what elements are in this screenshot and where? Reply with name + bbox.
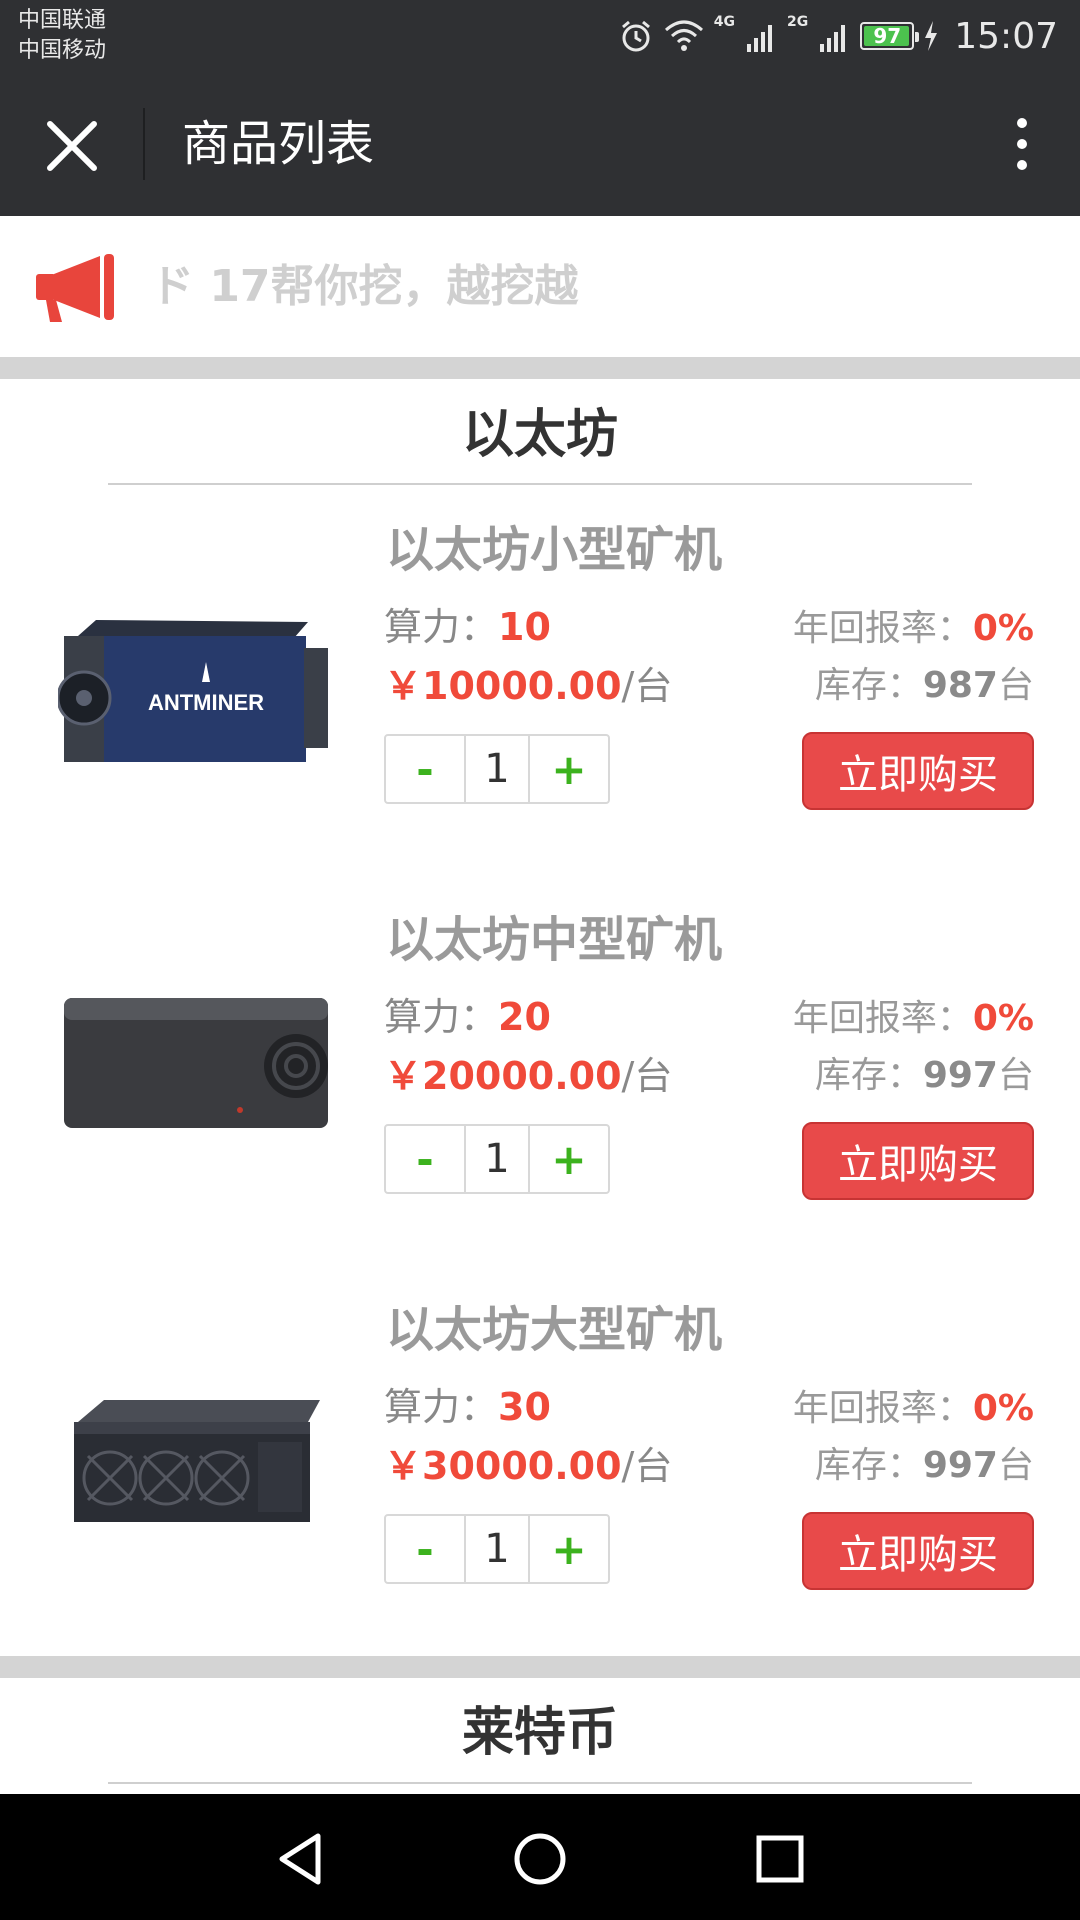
product-name: 以太坊大型矿机 [386,1302,723,1358]
wifi-icon [664,16,704,56]
megaphone-icon [36,254,114,322]
product-name: 以太坊小型矿机 [386,522,723,578]
increment-button[interactable]: + [530,1516,608,1582]
quantity-stepper: - 1 + [384,1124,610,1194]
annual-return-value: 0% [972,1388,1034,1429]
increment-button[interactable]: + [530,736,608,802]
product-item: 以太坊大型矿机 算力：30 ￥30000.00/台 年回报率：0% 库存：997… [0,1298,1080,1638]
product-image [64,998,328,1128]
svg-text:ANTMINER: ANTMINER [148,690,264,715]
hash-power-value: 30 [498,1385,551,1429]
battery-level: 97 [873,24,902,48]
close-button[interactable] [40,114,104,178]
buy-now-button[interactable]: 立即购买 [802,1512,1034,1590]
category-title: 以太坊 [461,405,618,465]
product-image: ANTMINER [58,620,328,762]
back-triangle-icon[interactable] [266,1824,336,1894]
system-nav-bar [0,1794,1080,1920]
stock: 库存：997台 [814,1445,1034,1486]
hash-power: 算力：10 [384,605,551,649]
notice-bar: ド 17帮你挖，越挖越 [0,216,1080,356]
home-circle-icon[interactable] [505,1824,575,1894]
section-separator [0,357,1080,379]
quantity-stepper: - 1 + [384,1514,610,1584]
more-vertical-icon [1017,118,1027,128]
charging-icon [924,16,938,56]
decrement-button[interactable]: - [386,736,464,802]
quantity-input[interactable]: 1 [464,736,530,802]
annual-return: 年回报率：0% [792,998,1034,1039]
category-underline [108,1782,972,1784]
stock-value: 997 [922,1445,998,1486]
hash-power-value: 20 [498,995,551,1039]
product-item: 以太坊中型矿机 算力：20 ￥20000.00/台 年回报率：0% 库存：997… [0,908,1080,1248]
section-separator [0,1656,1080,1678]
page-title: 商品列表 [182,116,375,172]
carrier-2: 中国移动 [18,38,107,63]
quantity-input[interactable]: 1 [464,1126,530,1192]
status-icons: 4G 2G 97 15:07 [618,10,1058,62]
price-amount: ￥20000.00 [384,1054,622,1098]
hash-power-value: 10 [498,605,551,649]
quantity-input[interactable]: 1 [464,1516,530,1582]
annual-return-value: 0% [972,998,1034,1039]
annual-return: 年回报率：0% [792,1388,1034,1429]
product-name: 以太坊中型矿机 [386,912,723,968]
signal-icon [747,16,777,56]
status-bar: 中国联通 中国移动 4G 2G 97 15:07 [0,0,1080,72]
stock-value: 987 [922,665,998,706]
signal-icon [820,16,850,56]
network-type-2: 2G [787,14,809,30]
battery-icon: 97 [860,22,920,50]
decrement-button[interactable]: - [386,1516,464,1582]
stock: 库存：987台 [814,665,1034,706]
buy-now-button[interactable]: 立即购买 [802,1122,1034,1200]
title-bar: 商品列表 [0,72,1080,216]
annual-return: 年回报率：0% [792,608,1034,649]
clock: 15:07 [954,15,1058,57]
hash-power: 算力：30 [384,1385,551,1429]
stock: 库存：997台 [814,1055,1034,1096]
alarm-icon [618,16,654,56]
price-unit: /台 [621,1444,673,1488]
category-title: 莱特币 [461,1703,618,1763]
product-price: ￥10000.00/台 [384,660,672,712]
recent-square-icon[interactable] [745,1824,815,1894]
stock-value: 997 [922,1055,998,1096]
buy-now-button[interactable]: 立即购买 [802,732,1034,810]
product-image [74,1400,320,1522]
price-amount: ￥10000.00 [384,664,622,708]
hash-power: 算力：20 [384,995,551,1039]
category-underline [108,483,972,485]
price-unit: /台 [621,1054,673,1098]
decrement-button[interactable]: - [386,1126,464,1192]
network-type-1: 4G [713,14,736,30]
carrier-info: 中国联通 中国移动 [18,6,106,66]
product-price: ￥20000.00/台 [384,1050,672,1102]
increment-button[interactable]: + [530,1126,608,1192]
product-price: ￥30000.00/台 [384,1440,672,1492]
price-unit: /台 [621,664,673,708]
quantity-stepper: - 1 + [384,734,610,804]
product-item: ANTMINER 以太坊小型矿机 算力：10 ￥10000.00/台 年回报率：… [0,518,1080,858]
carrier-1: 中国联通 [18,8,107,33]
more-menu-button[interactable] [1004,112,1040,176]
notice-text: ド 17帮你挖，越挖越 [150,261,579,312]
price-amount: ￥30000.00 [384,1444,622,1488]
close-icon [47,121,97,171]
title-divider [143,108,145,180]
annual-return-value: 0% [972,608,1034,649]
